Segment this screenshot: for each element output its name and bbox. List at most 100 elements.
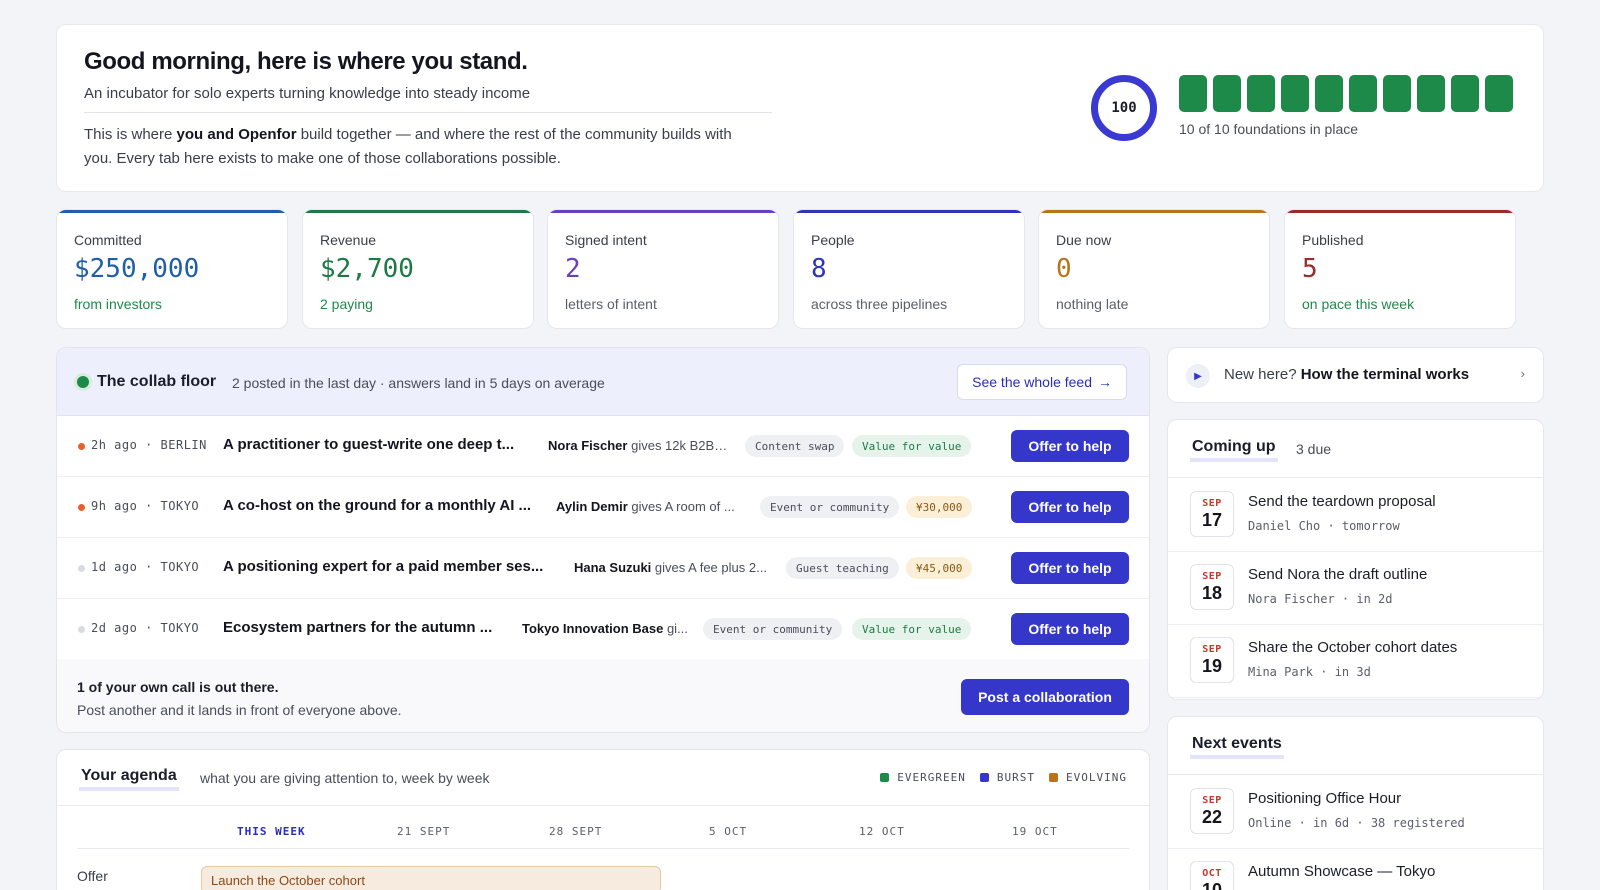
- stat-label: Signed intent: [565, 232, 647, 248]
- category-tag: Guest teaching: [786, 557, 899, 579]
- date-month: SEP: [1202, 644, 1222, 655]
- item-title: Share the October cohort dates: [1248, 639, 1458, 656]
- date-month: OCT: [1202, 868, 1222, 879]
- agenda-title: Your agenda: [79, 767, 179, 791]
- week-column-header: 19 OCT: [1012, 825, 1058, 838]
- giver-offer: gives A fee plus 2...: [651, 560, 767, 575]
- hero-divider: [84, 112, 772, 113]
- foundation-block: [1383, 75, 1411, 112]
- row-title[interactable]: A co-host on the ground for a monthly AI…: [223, 497, 543, 514]
- stat-sub: on pace this week: [1302, 296, 1415, 312]
- stat-value: 2: [565, 254, 581, 284]
- own-call-hint: Post another and it lands in front of ev…: [77, 702, 402, 718]
- list-item[interactable]: OCT 10 Autumn Showcase — Tokyo: [1168, 848, 1543, 890]
- score-value: 100: [1111, 100, 1137, 116]
- date-day: 22: [1201, 807, 1223, 827]
- collab-row[interactable]: 9h ago · TOKYO A co-host on the ground fo…: [57, 477, 1149, 538]
- compensation-tag: Value for value: [852, 618, 972, 640]
- date-day: 19: [1201, 656, 1223, 676]
- howto-bold: How the terminal works: [1300, 366, 1470, 383]
- collab-row[interactable]: 1d ago · TOKYO A positioning expert for a…: [57, 538, 1149, 599]
- arrow-right-icon: →: [1098, 374, 1112, 390]
- list-item[interactable]: SEP 18 Send Nora the draft outline Nora Fis…: [1168, 551, 1543, 625]
- stat-sub: from investors: [74, 296, 162, 312]
- offer-to-help-button[interactable]: Offer to help: [1011, 430, 1129, 462]
- offer-to-help-button[interactable]: Offer to help: [1011, 613, 1129, 645]
- item-title: Send Nora the draft outline: [1248, 566, 1428, 583]
- how-terminal-works-link[interactable]: ▶ New here? How the terminal works ›: [1167, 347, 1544, 403]
- collab-footer: 1 of your own call is out there. Post an…: [57, 659, 1149, 732]
- item-title: Autumn Showcase — Tokyo: [1248, 863, 1436, 880]
- foundation-block: [1315, 75, 1343, 112]
- foundations-caption: 10 of 10 foundations in place: [1179, 121, 1359, 137]
- item-title: Positioning Office Hour: [1248, 790, 1402, 807]
- date-day: 17: [1201, 510, 1223, 530]
- item-title: Send the teardown proposal: [1248, 493, 1436, 510]
- lane-label-offer: Offer: [77, 868, 108, 884]
- post-collaboration-button[interactable]: Post a collaboration: [961, 679, 1129, 715]
- giver-offer: gives 12k B2B r...: [627, 438, 728, 453]
- stat-label: Revenue: [320, 232, 377, 248]
- date-badge: SEP 18: [1190, 564, 1234, 610]
- date-badge: SEP 19: [1190, 637, 1234, 683]
- next-events-title: Next events: [1190, 735, 1284, 759]
- page-title: Good morning, here is where you stand.: [84, 48, 528, 75]
- foundation-block: [1485, 75, 1513, 112]
- date-badge: SEP 17: [1190, 491, 1234, 537]
- row-time-location: 2h ago · BERLIN: [91, 438, 207, 452]
- list-item[interactable]: SEP 19 Share the October cohort dates Mina …: [1168, 624, 1543, 698]
- collab-row[interactable]: 2h ago · BERLIN A practitioner to guest-w…: [57, 416, 1149, 477]
- collab-floor-title: The collab floor: [97, 373, 217, 390]
- list-item[interactable]: SEP 22 Positioning Office Hour Online · in …: [1168, 775, 1543, 849]
- date-day: 18: [1201, 583, 1223, 603]
- stat-value: $250,000: [74, 254, 200, 284]
- collab-floor-meta: 2 posted in the last day · answers land …: [232, 375, 605, 391]
- stat-label: People: [811, 232, 855, 248]
- row-time-location: 2d ago · TOKYO: [91, 621, 200, 635]
- stat-card-people: People 8 across three pipelines: [793, 209, 1025, 329]
- collab-floor-panel: The collab floor 2 posted in the last da…: [56, 347, 1150, 733]
- stat-label: Published: [1302, 232, 1364, 248]
- row-giver: Tokyo Innovation Base gi...: [522, 621, 692, 636]
- legend-item-evergreen: EVERGREEN: [880, 771, 966, 784]
- foundation-block: [1417, 75, 1445, 112]
- coming-up-count: 3 due: [1296, 441, 1332, 457]
- play-icon: ▶: [1186, 364, 1210, 388]
- welcome-hero: Good morning, here is where you stand. A…: [56, 24, 1544, 192]
- category-tag: Event or community: [703, 618, 843, 640]
- row-giver: Hana Suzuki gives A fee plus 2...: [574, 560, 774, 575]
- hero-body: This is where you and Openfor build toge…: [84, 123, 744, 171]
- agenda-panel: Your agenda what you are giving attentio…: [56, 749, 1150, 890]
- week-column-header: 21 SEPT: [397, 825, 451, 838]
- row-title[interactable]: A positioning expert for a paid member s…: [223, 558, 553, 575]
- item-meta: Nora Fischer · in 2d: [1248, 592, 1393, 606]
- stat-value: $2,700: [320, 254, 414, 284]
- foundation-block: [1179, 75, 1207, 112]
- date-month: SEP: [1202, 498, 1222, 509]
- stat-card-signed-intent: Signed intent 2 letters of intent: [547, 209, 779, 329]
- hero-body-bold: you and Openfor: [176, 126, 297, 143]
- how-terminal-works-text: New here? How the terminal works: [1224, 366, 1469, 383]
- category-tag: Event or community: [760, 496, 900, 518]
- row-time-location: 9h ago · TOKYO: [91, 499, 200, 513]
- status-dot-icon: [78, 504, 85, 511]
- live-indicator-icon: [77, 376, 89, 388]
- week-column-header: 12 OCT: [859, 825, 905, 838]
- stat-label: Committed: [74, 232, 142, 248]
- legend-swatch: [880, 773, 890, 782]
- giver-offer: gives A room of ...: [627, 499, 735, 514]
- date-badge: OCT 10: [1190, 861, 1234, 890]
- row-title[interactable]: Ecosystem partners for the autumn ...: [223, 619, 503, 636]
- list-item[interactable]: SEP 17 Send the teardown proposal Daniel Ch…: [1168, 478, 1543, 552]
- collab-floor-header: The collab floor 2 posted in the last da…: [57, 348, 1149, 416]
- see-whole-feed-button[interactable]: See the whole feed →: [957, 364, 1127, 400]
- agenda-item-bar[interactable]: Launch the October cohort: [201, 866, 661, 890]
- stat-sub: 2 paying: [320, 296, 373, 312]
- howto-lead: New here?: [1224, 366, 1301, 383]
- weeks-divider: [77, 848, 1129, 849]
- row-title[interactable]: A practitioner to guest-write one deep t…: [223, 436, 543, 453]
- offer-to-help-button[interactable]: Offer to help: [1011, 491, 1129, 523]
- collab-row[interactable]: 2d ago · TOKYO Ecosystem partners for the…: [57, 599, 1149, 660]
- offer-to-help-button[interactable]: Offer to help: [1011, 552, 1129, 584]
- date-month: SEP: [1202, 571, 1222, 582]
